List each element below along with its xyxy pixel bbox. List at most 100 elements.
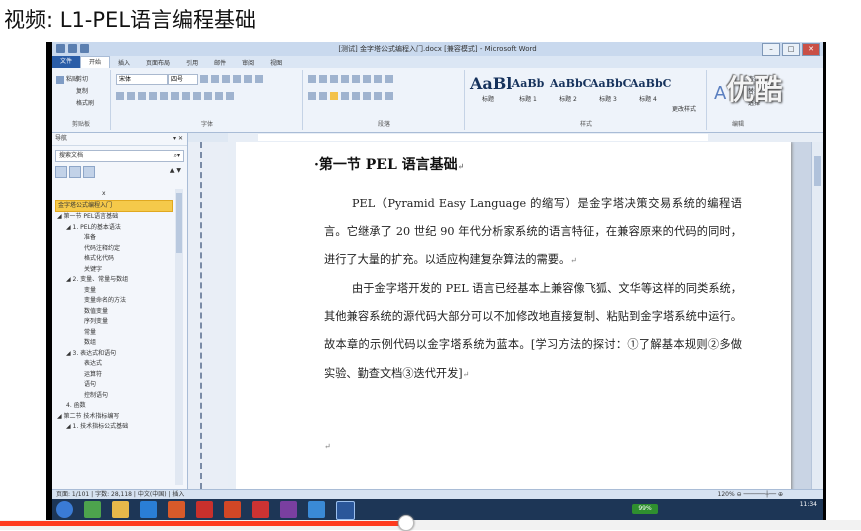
explorer-icon[interactable] (112, 501, 129, 518)
internet-explorer-icon[interactable] (140, 501, 157, 518)
subscript-icon[interactable] (160, 92, 168, 100)
tab-view[interactable]: 视图 (262, 58, 290, 67)
align-left-icon[interactable] (308, 92, 316, 100)
style-heading-2[interactable]: AaBbC 标题 2 (550, 74, 591, 110)
nav-heading-item[interactable]: ◢ 1. 技术指标公式基础 (55, 422, 173, 433)
highlight-icon[interactable] (193, 92, 201, 100)
nav-heading-item[interactable]: 准备 (55, 233, 173, 244)
font-size-select[interactable]: 四号 (168, 74, 198, 85)
nav-heading-item[interactable]: 代码注释约定 (55, 244, 173, 255)
onenote-icon[interactable] (280, 501, 297, 518)
status-language[interactable]: 中文(中国) (138, 491, 167, 498)
change-styles-button[interactable]: 更改样式 (672, 104, 696, 113)
grow-font-icon[interactable] (200, 75, 208, 83)
numbering-icon[interactable] (319, 75, 327, 83)
nav-search-input[interactable]: 搜索文档 ⌕▾ (55, 150, 184, 162)
chinese-layout-icon[interactable] (363, 75, 371, 83)
nav-heading-item[interactable]: 变量 (55, 286, 173, 297)
nav-heading-item[interactable]: 数值变量 (55, 307, 173, 318)
browse-headings-icon[interactable] (55, 166, 67, 178)
enclose-char-icon[interactable] (226, 92, 234, 100)
nav-heading-item[interactable]: 4. 函数 (55, 401, 173, 412)
taskbar-app-icon-4[interactable] (308, 501, 325, 518)
nav-heading-item[interactable]: ◢ 第一节 PEL语言基础 (55, 212, 173, 223)
taskbar-app-icon-3[interactable] (252, 501, 269, 518)
minimize-button[interactable]: – (762, 43, 780, 56)
nav-arrows-icon[interactable]: ▲ ▼ (170, 167, 181, 177)
increase-indent-icon[interactable] (352, 75, 360, 83)
italic-icon[interactable] (127, 92, 135, 100)
text-effects-icon[interactable] (182, 92, 190, 100)
document-scrollbar[interactable] (811, 142, 823, 489)
tab-mailings[interactable]: 邮件 (206, 58, 234, 67)
empty-paragraph[interactable]: ↵ (324, 432, 742, 461)
superscript-icon[interactable] (171, 92, 179, 100)
justify-icon[interactable] (341, 92, 349, 100)
nav-heading-item[interactable]: 表达式 (55, 359, 173, 370)
align-right-icon[interactable] (330, 92, 338, 100)
bold-icon[interactable] (116, 92, 124, 100)
paragraph-2[interactable]: 由于金字塔开发的 PEL 语言已经基本上兼容像飞狐、文华等这样的同类系统，其他兼… (324, 275, 742, 389)
document-area[interactable]: ·第一节 PEL 语言基础↵ PEL（Pyramid Easy Language… (236, 142, 811, 489)
cut-button[interactable]: 剪切 (76, 74, 88, 83)
nav-close-icon[interactable]: ▾ ✕ (173, 133, 183, 145)
show-marks-icon[interactable] (385, 75, 393, 83)
shading-icon[interactable] (374, 92, 382, 100)
nav-scroll-thumb[interactable] (176, 193, 182, 253)
tab-home[interactable]: 开始 (80, 56, 111, 68)
document-heading[interactable]: ·第一节 PEL 语言基础↵ (314, 154, 464, 174)
borders-icon[interactable] (385, 92, 393, 100)
phonetic-icon[interactable] (244, 75, 252, 83)
decrease-indent-icon[interactable] (341, 75, 349, 83)
nav-heading-item[interactable]: 数组 (55, 338, 173, 349)
status-words[interactable]: 字数: 28,118 (95, 491, 132, 498)
char-shading-icon[interactable] (215, 92, 223, 100)
browse-pages-icon[interactable] (69, 166, 81, 178)
shrink-font-icon[interactable] (211, 75, 219, 83)
zoom-level[interactable]: 120% (718, 491, 735, 498)
copy-button[interactable]: 复制 (76, 86, 88, 95)
search-icon[interactable]: ⌕▾ (174, 151, 180, 161)
underline-icon[interactable] (138, 92, 146, 100)
change-case-icon[interactable] (222, 75, 230, 83)
sort-icon[interactable] (374, 75, 382, 83)
nav-heading-item[interactable]: 变量命名的方法 (55, 296, 173, 307)
browse-results-icon[interactable] (83, 166, 95, 178)
taskbar-app-icon-1[interactable] (84, 501, 101, 518)
nav-heading-item[interactable]: 格式化代码 (55, 254, 173, 265)
bullets-icon[interactable] (308, 75, 316, 83)
word-taskbar-icon[interactable] (336, 501, 355, 520)
tab-references[interactable]: 引用 (178, 58, 206, 67)
tab-insert[interactable]: 插入 (110, 58, 138, 67)
maximize-button[interactable]: □ (782, 43, 800, 56)
char-border-icon[interactable] (255, 75, 263, 83)
multilevel-list-icon[interactable] (330, 75, 338, 83)
nav-heading-item[interactable]: 金字塔公式编程入门 (55, 199, 173, 212)
format-painter-button[interactable]: 格式刷 (76, 98, 94, 107)
nav-heading-item[interactable]: x (55, 189, 173, 200)
nav-heading-item[interactable]: 关键字 (55, 265, 173, 276)
nav-heading-item[interactable]: 序列变量 (55, 317, 173, 328)
paste-button[interactable]: 粘贴 (56, 74, 78, 84)
system-clock[interactable]: 11:34 (800, 501, 817, 509)
nav-heading-item[interactable]: ◢ 3. 表达式和语句 (55, 349, 173, 360)
taskbar-app-icon-2[interactable] (196, 501, 213, 518)
battery-indicator[interactable]: 99% (632, 504, 658, 514)
nav-heading-item[interactable]: 语句 (55, 380, 173, 391)
powerpoint-icon[interactable] (224, 501, 241, 518)
nav-heading-item[interactable]: ◢ 第二节 技术指标编写 (55, 412, 173, 423)
tab-review[interactable]: 审阅 (234, 58, 262, 67)
line-spacing-icon[interactable] (363, 92, 371, 100)
nav-scrollbar[interactable] (175, 189, 183, 485)
font-name-select[interactable]: 宋体 (116, 74, 168, 85)
tab-page-layout[interactable]: 页面布局 (138, 58, 178, 67)
font-color-icon[interactable] (204, 92, 212, 100)
clear-format-icon[interactable] (233, 75, 241, 83)
document-page[interactable]: ·第一节 PEL 语言基础↵ PEL（Pyramid Easy Language… (236, 142, 791, 489)
video-progress-handle[interactable] (397, 515, 414, 531)
nav-heading-item[interactable]: ◢ 2. 变量、常量与数组 (55, 275, 173, 286)
video-player[interactable]: [测试] 金字塔公式编程入门.docx [兼容模式] - Microsoft W… (46, 42, 826, 520)
nav-heading-item[interactable]: 运算符 (55, 370, 173, 381)
style-heading-1[interactable]: AaBb 标题 1 (510, 74, 546, 110)
align-center-icon[interactable] (319, 92, 327, 100)
